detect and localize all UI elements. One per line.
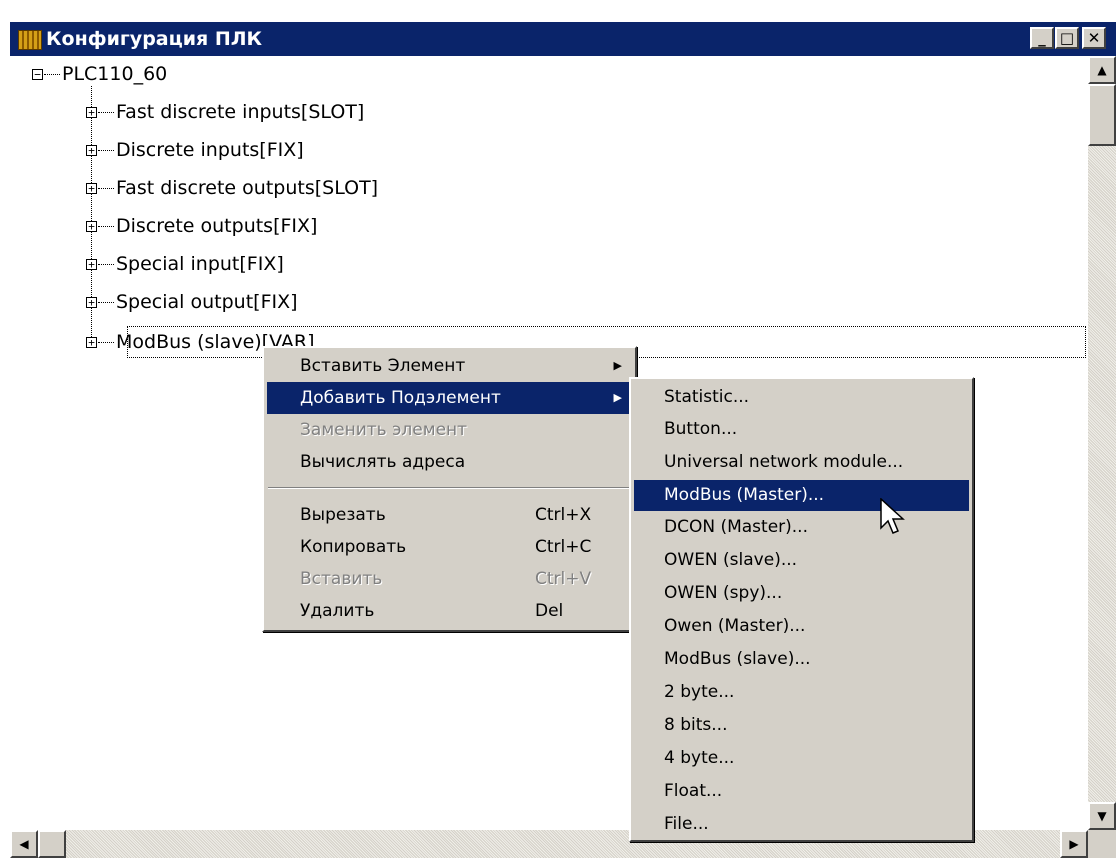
tree-node-label: Special output[FIX] bbox=[116, 291, 298, 313]
tree-node-label: Fast discrete inputs[SLOT] bbox=[116, 101, 365, 123]
submenu-item-owen-spy[interactable]: OWEN (spy)... bbox=[634, 578, 969, 609]
close-button[interactable]: ✕ bbox=[1082, 27, 1106, 49]
submenu-item-button[interactable]: Button... bbox=[634, 414, 969, 445]
submenu-item-file[interactable]: File... bbox=[634, 809, 969, 840]
scroll-up-icon[interactable]: ▲ bbox=[1088, 56, 1116, 84]
mouse-pointer-icon bbox=[880, 498, 905, 534]
config-window: Конфигурация ПЛК _ □ ✕ − PLC110_60 + Fas… bbox=[0, 0, 1116, 868]
submenu-item-modbus-master[interactable]: ModBus (Master)... bbox=[634, 480, 969, 511]
collapse-icon[interactable]: − bbox=[32, 69, 43, 80]
expand-icon[interactable]: + bbox=[86, 259, 97, 270]
expand-icon[interactable]: + bbox=[86, 337, 97, 348]
maximize-button[interactable]: □ bbox=[1055, 27, 1079, 49]
submenu-item-label: DCON (Master)... bbox=[664, 517, 808, 537]
expand-icon[interactable]: + bbox=[86, 183, 97, 194]
tree-node-label: PLC110_60 bbox=[62, 63, 168, 85]
scroll-right-icon[interactable]: ▶ bbox=[1060, 830, 1088, 858]
submenu-item-universal-network-module[interactable]: Universal network module... bbox=[634, 447, 969, 478]
submenu-item-2-byte[interactable]: 2 byte... bbox=[634, 677, 969, 708]
menu-item-insert-element[interactable]: Вставить Элемент ▶ bbox=[267, 350, 632, 382]
menu-item-label: Вставить bbox=[300, 569, 383, 589]
expand-icon[interactable]: + bbox=[86, 145, 97, 156]
submenu-item-label: Statistic... bbox=[664, 387, 750, 407]
menu-item-shortcut: Ctrl+V bbox=[535, 569, 592, 589]
menu-separator bbox=[268, 487, 631, 489]
title-bar[interactable]: Конфигурация ПЛК _ □ ✕ bbox=[10, 22, 1116, 56]
submenu-item-label: 2 byte... bbox=[664, 682, 735, 702]
tree-connector-h bbox=[98, 264, 114, 265]
submenu-item-label: Owen (Master)... bbox=[664, 616, 806, 636]
tree-connector-h bbox=[98, 226, 114, 227]
tree-connector-h bbox=[98, 150, 114, 151]
submenu-item-label: Float... bbox=[664, 781, 723, 801]
scrollbar-corner bbox=[1088, 830, 1116, 858]
tree-connector-h bbox=[98, 188, 114, 189]
scroll-thumb[interactable] bbox=[1088, 84, 1116, 146]
submenu-item-4-byte[interactable]: 4 byte... bbox=[634, 743, 969, 774]
submenu-item-statistic[interactable]: Statistic... bbox=[634, 382, 969, 413]
expand-icon[interactable]: + bbox=[86, 297, 97, 308]
submenu-item-owen-master[interactable]: Owen (Master)... bbox=[634, 611, 969, 642]
menu-item-label: Вычислять адреса bbox=[300, 452, 466, 472]
menu-item-calc-addresses[interactable]: Вычислять адреса bbox=[267, 446, 632, 478]
menu-item-copy[interactable]: Копировать Ctrl+C bbox=[267, 531, 632, 563]
submenu-item-modbus-slave[interactable]: ModBus (slave)... bbox=[634, 644, 969, 675]
expand-icon[interactable]: + bbox=[86, 221, 97, 232]
menu-item-paste[interactable]: Вставить Ctrl+V bbox=[267, 563, 632, 595]
submenu-item-label: ModBus (slave)... bbox=[664, 649, 811, 669]
menu-item-label: Вставить Элемент bbox=[300, 356, 466, 376]
window-title: Конфигурация ПЛК bbox=[46, 28, 263, 50]
tree-node-label: Special input[FIX] bbox=[116, 253, 284, 275]
scroll-thumb-h[interactable] bbox=[38, 830, 66, 858]
menu-item-add-subelement[interactable]: Добавить Подэлемент ▶ bbox=[267, 382, 632, 414]
menu-item-label: Заменить элемент bbox=[300, 420, 468, 440]
expand-icon[interactable]: + bbox=[86, 107, 97, 118]
submenu-arrow-icon: ▶ bbox=[613, 359, 622, 372]
submenu-item-dcon-master[interactable]: DCON (Master)... bbox=[634, 512, 969, 543]
submenu-item-label: 4 byte... bbox=[664, 748, 735, 768]
menu-item-replace-element[interactable]: Заменить элемент bbox=[267, 414, 632, 446]
tree-node-label: Fast discrete outputs[SLOT] bbox=[116, 177, 379, 199]
submenu-item-label: File... bbox=[664, 814, 709, 834]
menu-item-label: Копировать bbox=[300, 537, 407, 557]
tree-connector-h bbox=[44, 74, 60, 75]
tree-connector-h bbox=[98, 342, 114, 343]
menu-item-cut[interactable]: Вырезать Ctrl+X bbox=[267, 499, 632, 531]
scroll-left-icon[interactable]: ◀ bbox=[10, 830, 38, 858]
menu-item-shortcut: Ctrl+X bbox=[535, 505, 592, 525]
submenu-item-label: Universal network module... bbox=[664, 452, 904, 472]
menu-item-label: Вырезать bbox=[300, 505, 386, 525]
menu-item-label: Удалить bbox=[300, 601, 375, 621]
submenu-item-8-bits[interactable]: 8 bits... bbox=[634, 710, 969, 741]
submenu-item-owen-slave[interactable]: OWEN (slave)... bbox=[634, 545, 969, 576]
submenu-item-label: OWEN (spy)... bbox=[664, 583, 783, 603]
submenu-item-float[interactable]: Float... bbox=[634, 776, 969, 807]
menu-item-label: Добавить Подэлемент bbox=[300, 388, 501, 408]
tree-connector-h bbox=[98, 112, 114, 113]
tree-node-label: Discrete outputs[FIX] bbox=[116, 215, 318, 237]
minimize-button[interactable]: _ bbox=[1030, 27, 1054, 49]
submenu-item-label: 8 bits... bbox=[664, 715, 728, 735]
menu-item-shortcut: Ctrl+C bbox=[535, 537, 592, 557]
submenu: Statistic... Button... Universal network… bbox=[629, 377, 974, 842]
submenu-item-label: OWEN (slave)... bbox=[664, 550, 798, 570]
scroll-down-icon[interactable]: ▼ bbox=[1088, 802, 1116, 830]
submenu-arrow-icon: ▶ bbox=[613, 391, 622, 404]
context-menu: Вставить Элемент ▶ Добавить Подэлемент ▶… bbox=[262, 346, 637, 632]
tree-node-label: Discrete inputs[FIX] bbox=[116, 139, 304, 161]
tree-connector-h bbox=[98, 302, 114, 303]
vertical-scrollbar[interactable]: ▲ ▼ bbox=[1088, 56, 1116, 830]
app-icon bbox=[18, 30, 42, 50]
menu-item-shortcut: Del bbox=[535, 601, 564, 621]
submenu-item-label: ModBus (Master)... bbox=[664, 485, 825, 505]
menu-item-delete[interactable]: Удалить Del bbox=[267, 595, 632, 627]
submenu-item-label: Button... bbox=[664, 419, 738, 439]
